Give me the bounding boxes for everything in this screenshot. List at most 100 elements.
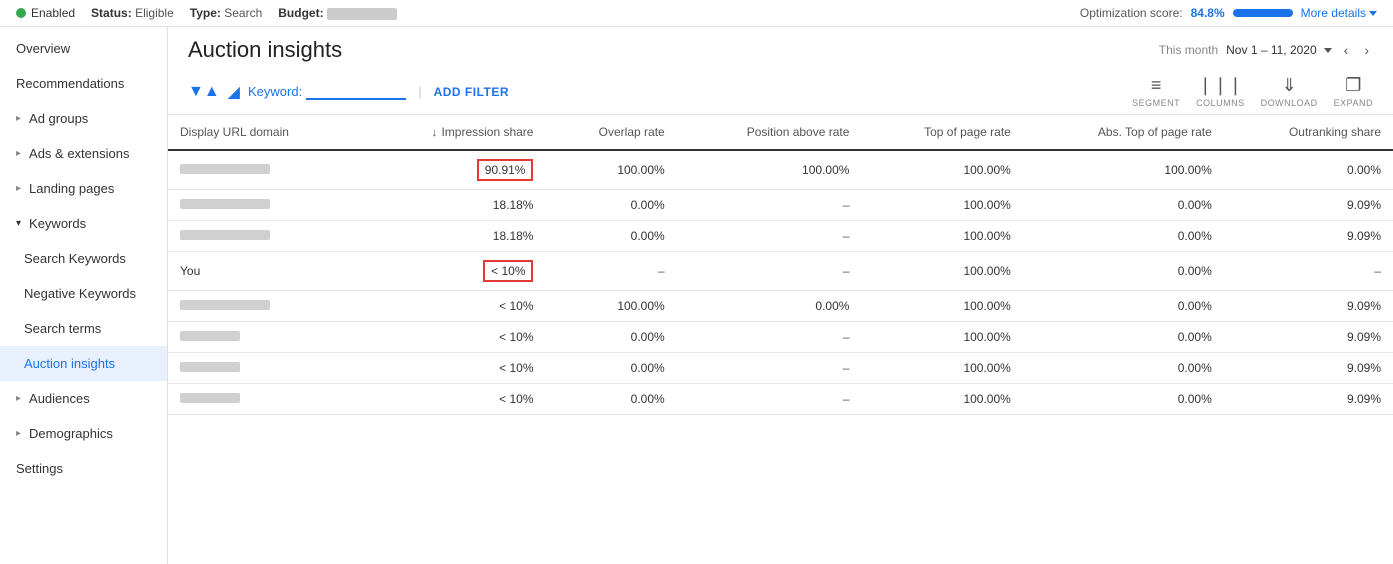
cell-overlap-rate: 0.00% xyxy=(545,190,676,221)
cell-overlap-rate: 0.00% xyxy=(545,353,676,384)
status-field: Status: Eligible xyxy=(91,6,174,20)
sidebar-item-ads[interactable]: Ads & extensions xyxy=(0,136,167,171)
download-icon: ⇓ xyxy=(1282,75,1297,96)
sort-down-icon: ↓ xyxy=(431,125,437,139)
cell-impression-share: 18.18% xyxy=(362,221,546,252)
cell-domain xyxy=(168,221,362,252)
date-next-button[interactable]: › xyxy=(1360,40,1373,60)
download-button[interactable]: ⇓ DOWNLOAD xyxy=(1261,75,1318,108)
cell-position-above: – xyxy=(677,252,862,291)
cell-top-of-page: 100.00% xyxy=(861,252,1022,291)
sidebar-item-search-terms[interactable]: Search terms xyxy=(0,311,167,346)
filter-icon: ▼▲ xyxy=(188,83,220,101)
columns-icon: ❘❘❘ xyxy=(1198,75,1243,96)
funnel-icon: ◢ xyxy=(228,82,240,102)
cell-outranking: 9.09% xyxy=(1224,190,1393,221)
filter-bar: ▼▲ ◢ Keyword: | ADD FILTER ≡ SEGMENT ❘❘❘… xyxy=(168,69,1393,115)
table-header-row: Display URL domain ↓ Impression share Ov… xyxy=(168,115,1393,150)
sidebar-item-adgroups[interactable]: Ad groups xyxy=(0,101,167,136)
cell-impression-share: 90.91% xyxy=(362,150,546,190)
table-row: < 10%0.00%–100.00%0.00%9.09% xyxy=(168,353,1393,384)
auction-insights-table: Display URL domain ↓ Impression share Ov… xyxy=(168,115,1393,415)
expand-label: EXPAND xyxy=(1334,98,1373,108)
page-header: Auction insights This month Nov 1 – 11, … xyxy=(168,27,1393,69)
table-row: 18.18%0.00%–100.00%0.00%9.09% xyxy=(168,221,1393,252)
sidebar-label: Auction insights xyxy=(24,356,115,371)
col-impression-share[interactable]: ↓ Impression share xyxy=(362,115,546,150)
date-navigation: This month Nov 1 – 11, 2020 ‹ › xyxy=(1159,40,1373,60)
add-filter-button[interactable]: ADD FILTER xyxy=(434,85,509,99)
date-range-dropdown[interactable]: Nov 1 – 11, 2020 xyxy=(1226,43,1332,57)
cell-outranking: 9.09% xyxy=(1224,322,1393,353)
page-title: Auction insights xyxy=(188,37,342,63)
date-prev-button[interactable]: ‹ xyxy=(1340,40,1353,60)
columns-button[interactable]: ❘❘❘ COLUMNS xyxy=(1196,75,1245,108)
sidebar-label: Keywords xyxy=(29,216,86,231)
enabled-label: Enabled xyxy=(31,6,75,20)
cell-overlap-rate: 0.00% xyxy=(545,322,676,353)
col-outranking: Outranking share xyxy=(1224,115,1393,150)
chevron-down-icon xyxy=(1369,11,1377,16)
cell-impression-share: < 10% xyxy=(362,252,546,291)
cell-top-of-page: 100.00% xyxy=(861,322,1022,353)
segment-icon: ≡ xyxy=(1151,75,1162,96)
cell-position-above: 0.00% xyxy=(677,291,862,322)
expand-icon: ❐ xyxy=(1345,75,1361,96)
cell-outranking: 9.09% xyxy=(1224,221,1393,252)
keyword-input[interactable] xyxy=(306,83,406,100)
sidebar-label: Settings xyxy=(16,461,63,476)
sidebar-item-negative-keywords[interactable]: Negative Keywords xyxy=(0,276,167,311)
cell-top-of-page: 100.00% xyxy=(861,384,1022,415)
content-area: Auction insights This month Nov 1 – 11, … xyxy=(168,27,1393,564)
sidebar-item-keywords[interactable]: Keywords xyxy=(0,206,167,241)
sidebar-item-demographics[interactable]: Demographics xyxy=(0,416,167,451)
sidebar-item-auction-insights[interactable]: Auction insights xyxy=(0,346,167,381)
table-row: 90.91%100.00%100.00%100.00%100.00%0.00% xyxy=(168,150,1393,190)
cell-abs-top: 0.00% xyxy=(1023,291,1224,322)
sidebar-label: Search terms xyxy=(24,321,101,336)
sidebar-item-search-keywords[interactable]: Search Keywords xyxy=(0,241,167,276)
sidebar: Overview Recommendations Ad groups Ads &… xyxy=(0,27,168,564)
col-abs-top: Abs. Top of page rate xyxy=(1023,115,1224,150)
expand-button[interactable]: ❐ EXPAND xyxy=(1334,75,1373,108)
cell-domain xyxy=(168,150,362,190)
sidebar-label: Negative Keywords xyxy=(24,286,136,301)
cell-overlap-rate: 100.00% xyxy=(545,291,676,322)
cell-top-of-page: 100.00% xyxy=(861,291,1022,322)
keyword-label: Keyword: xyxy=(248,84,302,99)
sidebar-label: Landing pages xyxy=(29,181,114,196)
col-position-above: Position above rate xyxy=(677,115,862,150)
cell-domain xyxy=(168,190,362,221)
cell-overlap-rate: 0.00% xyxy=(545,221,676,252)
cell-abs-top: 100.00% xyxy=(1023,150,1224,190)
cell-abs-top: 0.00% xyxy=(1023,353,1224,384)
filter-divider: | xyxy=(418,84,421,99)
cell-overlap-rate: 0.00% xyxy=(545,384,676,415)
toolbar-right: ≡ SEGMENT ❘❘❘ COLUMNS ⇓ DOWNLOAD ❐ EXPAN… xyxy=(1132,75,1373,108)
sidebar-label: Ads & extensions xyxy=(29,146,129,161)
sidebar-item-audiences[interactable]: Audiences xyxy=(0,381,167,416)
data-table-wrapper: Display URL domain ↓ Impression share Ov… xyxy=(168,115,1393,564)
chevron-down-icon xyxy=(1324,48,1332,53)
sidebar-item-settings[interactable]: Settings xyxy=(0,451,167,486)
cell-domain xyxy=(168,353,362,384)
sidebar-item-overview[interactable]: Overview xyxy=(0,31,167,66)
more-details-button[interactable]: More details xyxy=(1301,6,1377,20)
cell-domain: You xyxy=(168,252,362,291)
segment-label: SEGMENT xyxy=(1132,98,1180,108)
sidebar-label: Audiences xyxy=(29,391,90,406)
cell-domain xyxy=(168,322,362,353)
sidebar-item-landing[interactable]: Landing pages xyxy=(0,171,167,206)
sidebar-label: Overview xyxy=(16,41,70,56)
sidebar-label: Demographics xyxy=(29,426,113,441)
cell-abs-top: 0.00% xyxy=(1023,221,1224,252)
download-label: DOWNLOAD xyxy=(1261,98,1318,108)
col-display-url: Display URL domain xyxy=(168,115,362,150)
sidebar-item-recommendations[interactable]: Recommendations xyxy=(0,66,167,101)
score-progress-bar xyxy=(1233,9,1293,17)
cell-position-above: – xyxy=(677,221,862,252)
table-row: < 10%0.00%–100.00%0.00%9.09% xyxy=(168,384,1393,415)
cell-domain xyxy=(168,291,362,322)
segment-button[interactable]: ≡ SEGMENT xyxy=(1132,75,1180,108)
cell-impression-share: < 10% xyxy=(362,322,546,353)
